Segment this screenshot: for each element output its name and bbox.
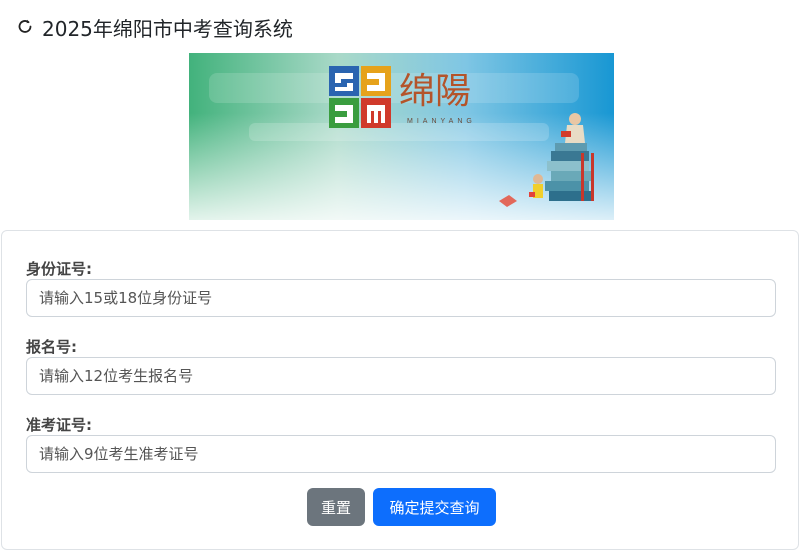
registration-number-input[interactable] <box>26 357 776 395</box>
admission-ticket-input[interactable] <box>26 435 776 473</box>
page-title: 2025年绵阳市中考查询系统 <box>42 16 293 41</box>
submit-query-button[interactable]: 确定提交查询 <box>373 488 496 526</box>
admission-label: 准考证号: <box>26 416 92 434</box>
svg-text:MIANYANG: MIANYANG <box>407 118 476 125</box>
id-card-input[interactable] <box>26 279 776 317</box>
id-card-label: 身份证号: <box>26 260 92 278</box>
query-form-card: 身份证号: 报名号: 准考证号: 重置 确定提交查询 <box>1 230 799 550</box>
reset-button[interactable]: 重置 <box>307 488 365 526</box>
page-header: 2025年绵阳市中考查询系统 <box>14 12 293 42</box>
banner-image: 绵陽 MIANYANG <box>189 53 614 220</box>
svg-text:绵陽: 绵陽 <box>399 71 471 111</box>
refresh-icon[interactable] <box>14 16 36 38</box>
registration-label: 报名号: <box>26 338 77 356</box>
